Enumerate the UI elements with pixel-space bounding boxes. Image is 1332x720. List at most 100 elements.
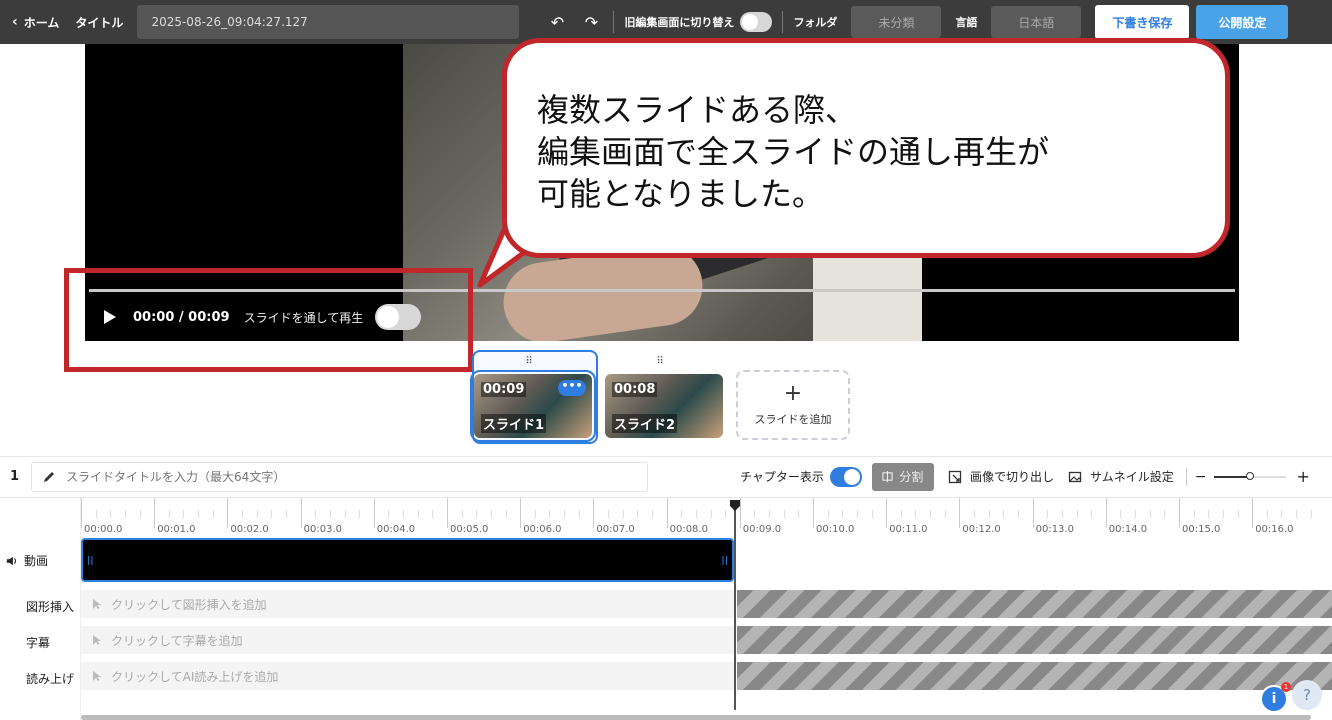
- toggle-knob: [843, 468, 860, 485]
- ruler-tick-label: 00:01.0: [157, 524, 196, 535]
- chapter-toggle[interactable]: [829, 466, 862, 487]
- pencil-icon: [44, 471, 55, 482]
- ruler-minor-tick: [944, 510, 946, 518]
- slide-card[interactable]: ⠿ 00:08 スライド2: [601, 350, 723, 442]
- ruler-tick: 00:05.0: [447, 498, 488, 535]
- ruler-minor-tick: [754, 510, 756, 518]
- slide-thumbnail[interactable]: 00:08 スライド2: [605, 374, 723, 438]
- ruler-minor-tick: [974, 510, 976, 518]
- lane-hint: クリックして字幕を追加: [111, 633, 243, 648]
- callout-line: 可能となりました。: [537, 175, 825, 213]
- publish-settings-button[interactable]: 公開設定: [1196, 5, 1289, 39]
- crop-label: 画像で切り出し: [969, 470, 1054, 484]
- zoom-fill: [1214, 475, 1251, 478]
- redo-icon[interactable]: ↷: [579, 13, 603, 32]
- split-button[interactable]: 分割: [871, 462, 934, 491]
- ruler-minor-tick: [988, 510, 990, 518]
- ruler-minor-tick: [915, 510, 917, 518]
- editor-toolbar: 1 チャプター表示 分割 画像で切り出し サムネイル設定 − +: [0, 456, 1332, 496]
- ruler-minor-tick: [856, 510, 858, 518]
- ruler-minor-tick: [1222, 510, 1224, 518]
- title-label: タイトル: [75, 15, 124, 30]
- home-link[interactable]: ‹ ホーム: [12, 14, 59, 31]
- ruler-tick-label: 00:13.0: [1035, 524, 1074, 535]
- subtitle-lane[interactable]: クリックして字幕を追加: [81, 626, 735, 654]
- editor-root: ‹ ホーム タイトル 2025-08-26_09:04:27.127 ↶ ↷ 旧…: [0, 0, 1332, 720]
- ruler-minor-tick: [1296, 510, 1298, 518]
- track-label-text: 読み上げ: [26, 672, 75, 686]
- track-label-text: 字幕: [26, 636, 51, 650]
- language-label: 言語: [955, 16, 978, 29]
- ruler-tick-line: [593, 498, 595, 528]
- slide-title-field[interactable]: [31, 461, 649, 492]
- timeline: 00:00.0 00:01.0 00:02.0 00:03.0 00:04.0 00:05…: [0, 497, 1332, 720]
- speaker-icon[interactable]: [6, 555, 18, 567]
- playhead-handle-icon[interactable]: [729, 500, 741, 512]
- thumbnail-label: サムネイル設定: [1089, 470, 1174, 484]
- chevron-left-icon: ‹: [12, 14, 18, 30]
- ruler-minor-tick: [578, 510, 580, 518]
- ruler-minor-tick: [1003, 510, 1005, 518]
- ruler-tick-line: [1032, 498, 1034, 528]
- add-slide-button[interactable]: + スライドを追加: [736, 370, 850, 440]
- ruler-minor-tick: [1120, 510, 1122, 518]
- clip-start-handle[interactable]: ||: [87, 556, 94, 566]
- zoom-in-icon[interactable]: +: [1296, 467, 1309, 486]
- drag-handle-icon[interactable]: ⠿: [656, 356, 663, 367]
- zoom-handle[interactable]: [1246, 471, 1255, 480]
- crop-image-icon: [948, 470, 962, 483]
- ruler-minor-tick: [417, 510, 419, 518]
- zoom-slider[interactable]: [1214, 471, 1287, 482]
- ruler-tick-label: 00:11.0: [889, 524, 928, 535]
- language-select[interactable]: 日本語: [991, 6, 1082, 38]
- ruler-tick-label: 00:10.0: [816, 524, 855, 535]
- ruler-tick: 00:03.0: [300, 498, 342, 535]
- help-icon[interactable]: ?: [1292, 680, 1322, 710]
- divider: [782, 11, 784, 33]
- ruler-minor-tick: [930, 510, 932, 518]
- thumbnail-settings-button[interactable]: サムネイル設定: [1068, 468, 1174, 485]
- tts-lane[interactable]: クリックしてAI読み上げを追加: [81, 662, 735, 690]
- ruler-minor-tick: [183, 510, 185, 518]
- ruler-tick: 00:14.0: [1105, 498, 1147, 535]
- folder-label: フォルダ: [793, 16, 838, 29]
- drag-handle-icon[interactable]: ⠿: [525, 356, 532, 367]
- folder-select[interactable]: 未分類: [851, 6, 942, 38]
- video-clip[interactable]: || ||: [81, 538, 734, 582]
- legacy-switch-toggle[interactable]: [740, 12, 773, 32]
- shape-lane[interactable]: クリックして図形挿入を追加: [81, 590, 735, 618]
- track-label-text: 動画: [24, 554, 49, 568]
- ruler-minor-tick: [139, 510, 141, 518]
- ruler-minor-tick: [476, 510, 478, 518]
- ruler-tick-line: [813, 498, 814, 528]
- ruler-tick-line: [447, 498, 448, 528]
- ruler-tick: 00:13.0: [1032, 498, 1074, 535]
- title-input[interactable]: 2025-08-26_09:04:27.127: [137, 5, 520, 39]
- ruler-minor-tick: [769, 510, 771, 518]
- slide-card[interactable]: ⠿ 00:09 ••• スライド1: [470, 350, 596, 442]
- ruler-minor-tick: [1061, 510, 1063, 518]
- clip-end-handle[interactable]: ||: [721, 556, 728, 566]
- ruler-tick: 00:11.0: [886, 498, 928, 535]
- ruler-minor-tick: [168, 510, 170, 518]
- more-icon[interactable]: •••: [558, 380, 586, 396]
- home-label: ホーム: [23, 15, 60, 30]
- ruler-minor-tick: [1281, 510, 1283, 518]
- ruler-tick-label: 00:16.0: [1255, 524, 1294, 535]
- ruler-tick-label: 00:00.0: [84, 524, 123, 535]
- undo-icon[interactable]: ↶: [545, 13, 569, 32]
- draft-save-button[interactable]: 下書き保存: [1095, 5, 1190, 39]
- slide-thumbnail[interactable]: 00:09 ••• スライド1: [470, 370, 596, 442]
- ruler-tick-line: [373, 498, 375, 528]
- ruler-minor-tick: [490, 510, 492, 518]
- crop-by-image-button[interactable]: 画像で切り出し: [948, 468, 1054, 485]
- ruler-tick: 00:02.0: [227, 498, 269, 535]
- highlight-box: [64, 268, 473, 372]
- ruler-minor-tick: [242, 510, 244, 518]
- horizontal-scrollbar[interactable]: [81, 715, 1311, 720]
- playhead[interactable]: [734, 500, 736, 710]
- zoom-out-icon[interactable]: −: [1195, 469, 1207, 485]
- slide-title-input[interactable]: [66, 469, 627, 484]
- ruler-minor-tick: [285, 510, 287, 518]
- time-ruler[interactable]: 00:00.0 00:01.0 00:02.0 00:03.0 00:04.0 00:05…: [81, 498, 1332, 538]
